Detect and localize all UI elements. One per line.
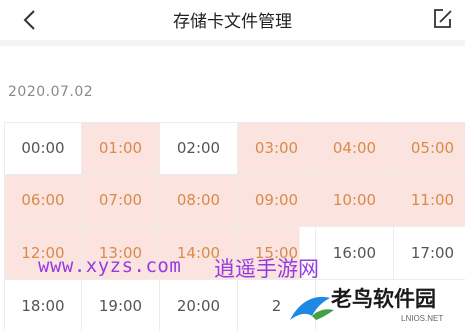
time-slot-cell[interactable]: 05:00 bbox=[394, 122, 465, 175]
time-slot-cell[interactable]: 00:00 bbox=[4, 122, 82, 175]
watermark-text: 逍遥手游网 bbox=[214, 257, 319, 281]
edit-icon[interactable] bbox=[430, 6, 456, 32]
time-slot-cell[interactable]: 10:00 bbox=[316, 174, 394, 228]
time-slot-cell[interactable]: 08:00 bbox=[160, 174, 238, 228]
page-title: 存储卡文件管理 bbox=[173, 12, 292, 32]
watermark-url: www.xyzs.com bbox=[38, 255, 182, 277]
divider bbox=[0, 40, 465, 46]
time-slot-cell[interactable]: 09:00 bbox=[238, 174, 316, 228]
time-slot-cell[interactable]: 16:00 bbox=[316, 227, 394, 280]
time-slot-cell[interactable]: 03:00 bbox=[238, 122, 316, 175]
time-slot-cell[interactable]: 11:00 bbox=[394, 174, 465, 228]
time-slot-cell[interactable]: 04:00 bbox=[316, 122, 394, 175]
date-label: 2020.07.02 bbox=[8, 84, 94, 100]
nav-bar: 存储卡文件管理 bbox=[0, 0, 465, 40]
time-slot-cell[interactable]: 20:00 bbox=[160, 279, 238, 331]
time-slot-cell[interactable]: 01:00 bbox=[82, 122, 160, 175]
time-slot-cell[interactable]: 07:00 bbox=[82, 174, 160, 228]
time-slot-cell[interactable]: 06:00 bbox=[4, 174, 82, 228]
time-slot-cell[interactable]: 17:00 bbox=[394, 227, 465, 280]
logo-subtitle: LNIOS.NET bbox=[401, 314, 444, 323]
time-slot-cell[interactable]: 19:00 bbox=[82, 279, 160, 331]
time-slot-cell[interactable]: 02:00 bbox=[160, 122, 238, 175]
time-slot-cell[interactable]: 18:00 bbox=[4, 279, 82, 331]
logo-name: 老鸟软件园 bbox=[331, 287, 436, 311]
